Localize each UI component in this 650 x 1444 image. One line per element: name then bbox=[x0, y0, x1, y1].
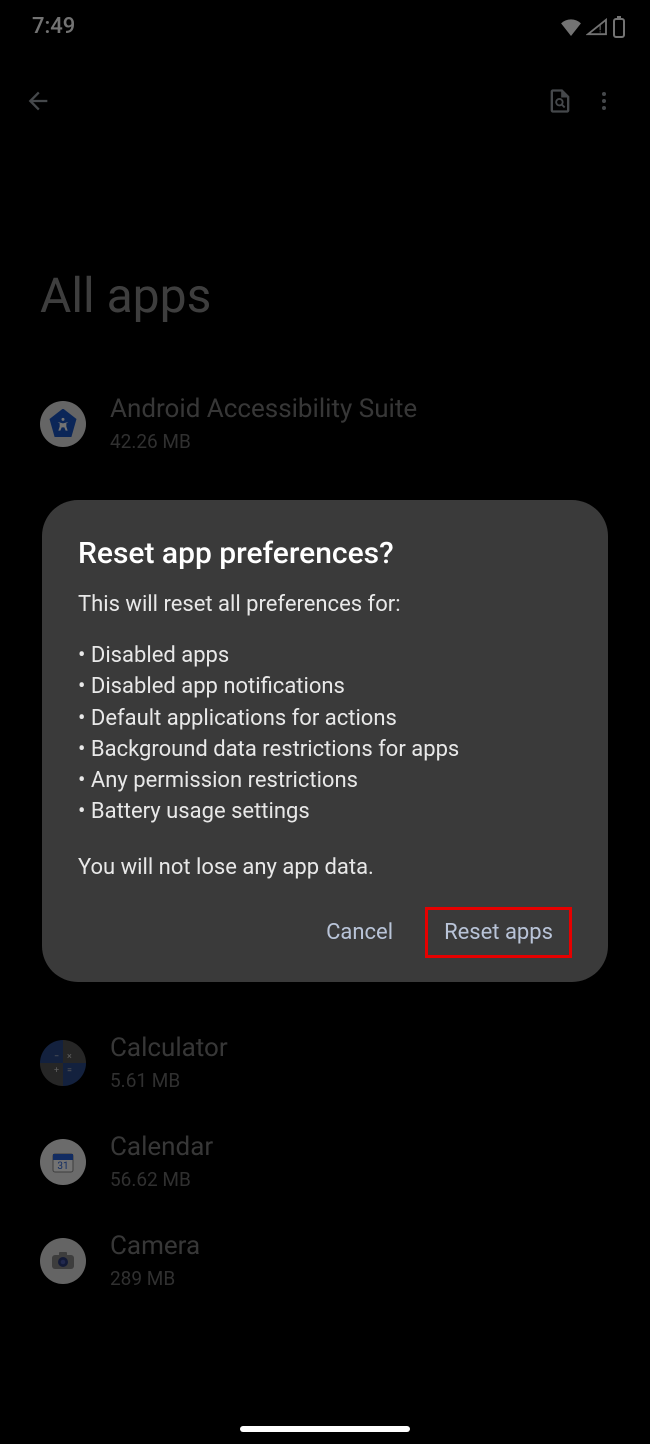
svg-text:!: ! bbox=[599, 22, 602, 35]
app-name: Calendar bbox=[110, 1132, 213, 1162]
status-icons: ! bbox=[560, 16, 626, 38]
more-options-button[interactable] bbox=[582, 79, 626, 123]
gesture-nav-bar[interactable] bbox=[240, 1426, 410, 1432]
dialog-title: Reset app preferences? bbox=[78, 536, 572, 571]
app-list-item[interactable]: − × + = Calculator 5.61 MB bbox=[40, 1013, 610, 1112]
app-size: 42.26 MB bbox=[110, 430, 417, 453]
dialog-intro: This will reset all preferences for: bbox=[78, 589, 572, 620]
app-icon-calendar: 31 bbox=[40, 1139, 86, 1185]
app-size: 5.61 MB bbox=[110, 1069, 228, 1092]
page-title: All apps bbox=[0, 147, 650, 374]
svg-text:×: × bbox=[67, 1052, 72, 1062]
more-vert-icon bbox=[592, 87, 616, 115]
svg-text:31: 31 bbox=[57, 1161, 68, 1172]
dialog-bullet: Background data restrictions for apps bbox=[78, 734, 572, 765]
app-icon-accessibility bbox=[40, 401, 86, 447]
cancel-button[interactable]: Cancel bbox=[308, 907, 411, 958]
svg-text:=: = bbox=[67, 1066, 72, 1076]
app-list-item[interactable]: Android Accessibility Suite 42.26 MB bbox=[40, 374, 610, 473]
battery-icon bbox=[612, 16, 626, 38]
app-size: 56.62 MB bbox=[110, 1168, 213, 1191]
app-icon-calculator: − × + = bbox=[40, 1040, 86, 1086]
search-in-page-button[interactable] bbox=[538, 79, 582, 123]
app-name: Calculator bbox=[110, 1033, 228, 1063]
reset-app-preferences-dialog: Reset app preferences? This will reset a… bbox=[42, 500, 608, 982]
app-name: Android Accessibility Suite bbox=[110, 394, 417, 424]
dialog-bullet-list: Disabled apps Disabled app notifications… bbox=[78, 640, 572, 827]
dialog-bullet: Default applications for actions bbox=[78, 703, 572, 734]
dialog-bullet: Disabled apps bbox=[78, 640, 572, 671]
app-name: Camera bbox=[110, 1231, 200, 1261]
find-in-page-icon bbox=[546, 87, 574, 115]
highlight-annotation: Reset apps bbox=[425, 907, 572, 958]
status-time: 7:49 bbox=[32, 14, 75, 39]
dialog-bullet: Disabled app notifications bbox=[78, 671, 572, 702]
app-list-item[interactable]: Camera 289 MB bbox=[40, 1211, 610, 1310]
dialog-bullet: Any permission restrictions bbox=[78, 765, 572, 796]
app-list-item[interactable]: 31 Calendar 56.62 MB bbox=[40, 1112, 610, 1211]
status-bar: 7:49 ! bbox=[0, 0, 650, 49]
dialog-actions: Cancel Reset apps bbox=[78, 907, 572, 958]
reset-apps-button[interactable]: Reset apps bbox=[440, 918, 557, 947]
app-size: 289 MB bbox=[110, 1267, 200, 1290]
dialog-bullet: Battery usage settings bbox=[78, 796, 572, 827]
svg-text:+: + bbox=[54, 1066, 59, 1076]
back-button[interactable] bbox=[16, 79, 60, 123]
app-icon-camera bbox=[40, 1238, 86, 1284]
toolbar bbox=[0, 49, 650, 147]
signal-icon: ! bbox=[586, 18, 608, 36]
wifi-icon bbox=[560, 18, 582, 36]
dialog-note: You will not lose any app data. bbox=[78, 852, 572, 883]
arrow-left-icon bbox=[24, 87, 52, 115]
dialog-body: This will reset all preferences for: Dis… bbox=[78, 589, 572, 883]
svg-text:−: − bbox=[54, 1052, 59, 1062]
